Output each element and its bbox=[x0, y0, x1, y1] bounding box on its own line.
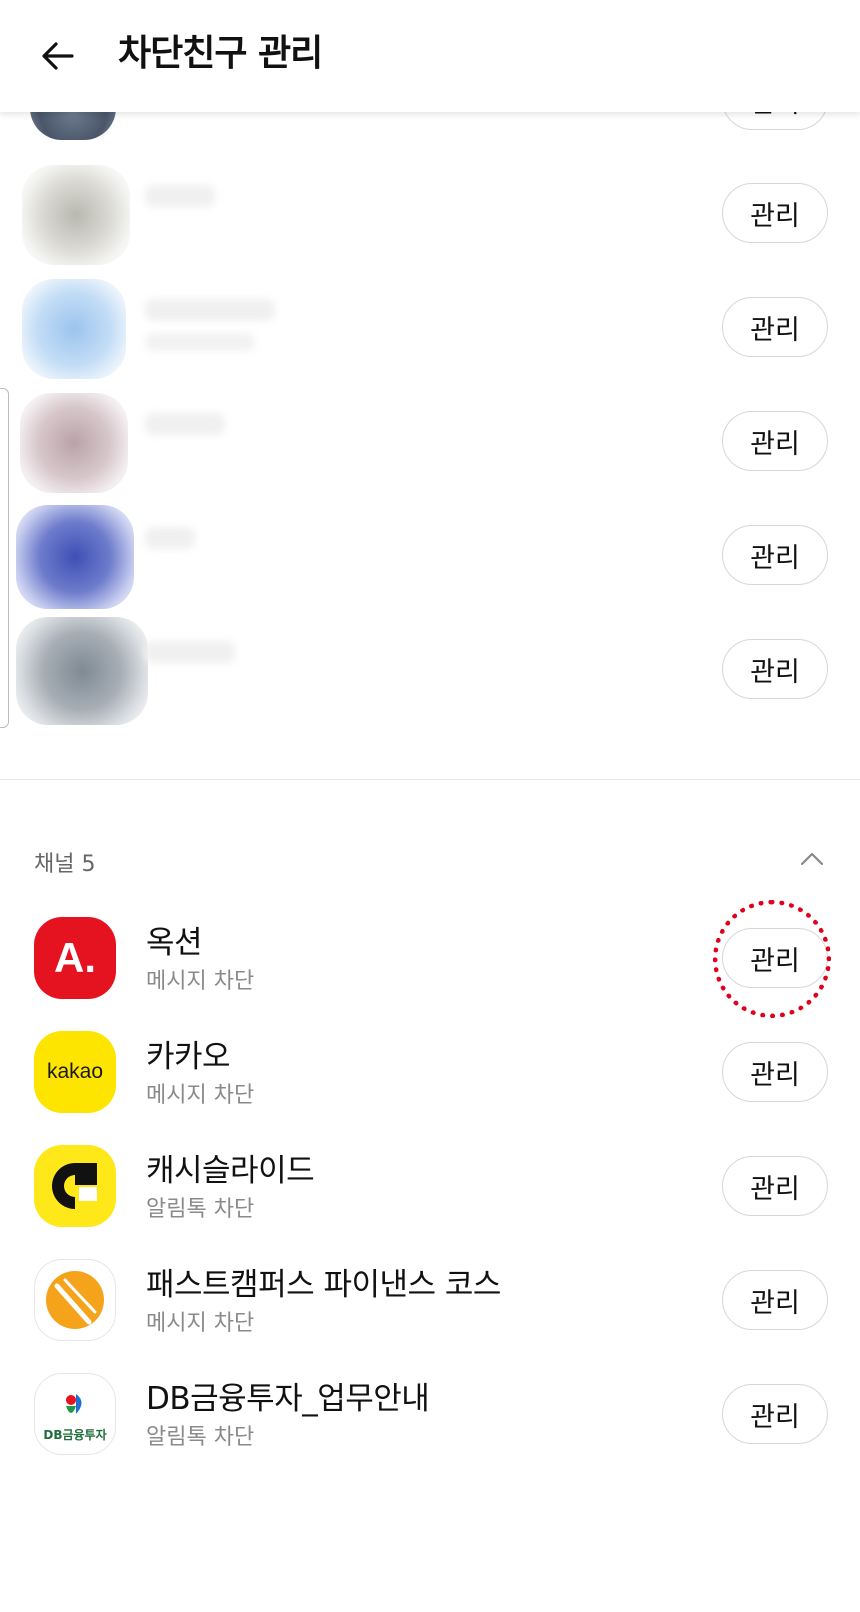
channel-row-cashslide[interactable]: 캐시슬라이드 알림톡 차단 관리 bbox=[0, 1131, 860, 1241]
auction-logo-icon: A. bbox=[34, 917, 116, 999]
manage-button[interactable]: 관리 bbox=[722, 1042, 828, 1102]
friend-avatar bbox=[16, 505, 134, 609]
friend-row[interactable]: 관리 bbox=[0, 157, 860, 267]
back-arrow-icon bbox=[42, 42, 74, 70]
manage-button[interactable]: 관리 bbox=[722, 1384, 828, 1444]
cashslide-mark-icon bbox=[52, 1163, 97, 1209]
friend-avatar bbox=[20, 393, 128, 493]
fastcampus-logo-icon bbox=[34, 1259, 116, 1341]
channel-name: 옥션 bbox=[146, 925, 203, 961]
channel-status: 알림톡 차단 bbox=[146, 1197, 255, 1222]
friend-name-blurred bbox=[145, 185, 215, 207]
friend-status-blurred bbox=[145, 333, 255, 351]
friend-row[interactable]: 관리 bbox=[0, 385, 860, 495]
manage-button[interactable]: 관리 bbox=[722, 639, 828, 699]
manage-button[interactable]: 관리 bbox=[722, 297, 828, 357]
kakao-logo-icon: kakao bbox=[34, 1031, 116, 1113]
manage-button[interactable]: 관리 bbox=[722, 928, 828, 988]
app-header: 차단친구 관리 bbox=[0, 0, 860, 112]
manage-button[interactable]: 관리 bbox=[722, 525, 828, 585]
page-title: 차단친구 관리 bbox=[118, 33, 323, 74]
friend-name-blurred bbox=[145, 527, 195, 549]
channel-name: 패스트캠퍼스 파이낸스 코스 bbox=[146, 1267, 501, 1303]
manage-button[interactable]: 관리 bbox=[722, 1156, 828, 1216]
back-button[interactable] bbox=[30, 28, 86, 84]
friend-name-blurred bbox=[145, 641, 235, 663]
channel-status: 알림톡 차단 bbox=[146, 1425, 255, 1450]
friend-row[interactable]: 관리 bbox=[0, 499, 860, 609]
edge-panel-handle[interactable] bbox=[0, 388, 9, 728]
channel-name: 캐시슬라이드 bbox=[146, 1153, 315, 1189]
channel-name: 카카오 bbox=[146, 1039, 231, 1075]
channel-row-auction[interactable]: A. 옥션 메시지 차단 관리 bbox=[0, 903, 860, 1013]
friend-name-blurred bbox=[145, 413, 225, 435]
db-logo-text: DB금융투자 bbox=[43, 1428, 107, 1442]
friend-row[interactable]: 관리 bbox=[0, 271, 860, 381]
friend-row[interactable]: 관리 bbox=[0, 613, 860, 725]
channels-section-label: 채널 5 bbox=[34, 852, 96, 877]
channel-name: DB금융투자_업무안내 bbox=[146, 1381, 430, 1417]
friend-avatar bbox=[22, 165, 130, 265]
channel-row-db[interactable]: DB금융투자 DB금융투자_업무안내 알림톡 차단 관리 bbox=[0, 1359, 860, 1469]
manage-button[interactable]: 관리 bbox=[722, 183, 828, 243]
channel-row-fastcampus[interactable]: 패스트캠퍼스 파이낸스 코스 메시지 차단 관리 bbox=[0, 1245, 860, 1355]
friend-avatar bbox=[22, 279, 126, 379]
channel-status: 메시지 차단 bbox=[146, 1311, 255, 1336]
db-mark-icon bbox=[66, 1394, 82, 1414]
manage-button[interactable]: 관리 bbox=[722, 411, 828, 471]
auction-logo-text: A. bbox=[54, 934, 96, 981]
channel-row-kakao[interactable]: kakao 카카오 메시지 차단 관리 bbox=[0, 1017, 860, 1127]
chevron-up-icon[interactable] bbox=[798, 848, 826, 870]
fastcampus-mark-icon bbox=[46, 1271, 104, 1329]
section-divider bbox=[0, 779, 860, 780]
db-logo-icon: DB금융투자 bbox=[34, 1373, 116, 1455]
friend-name-blurred bbox=[145, 299, 275, 321]
manage-button[interactable]: 관리 bbox=[722, 1270, 828, 1330]
friend-avatar bbox=[16, 617, 148, 725]
cashslide-logo-icon bbox=[34, 1145, 116, 1227]
channel-status: 메시지 차단 bbox=[146, 1083, 255, 1108]
channel-status: 메시지 차단 bbox=[146, 969, 255, 994]
kakao-logo-text: kakao bbox=[46, 1060, 104, 1083]
